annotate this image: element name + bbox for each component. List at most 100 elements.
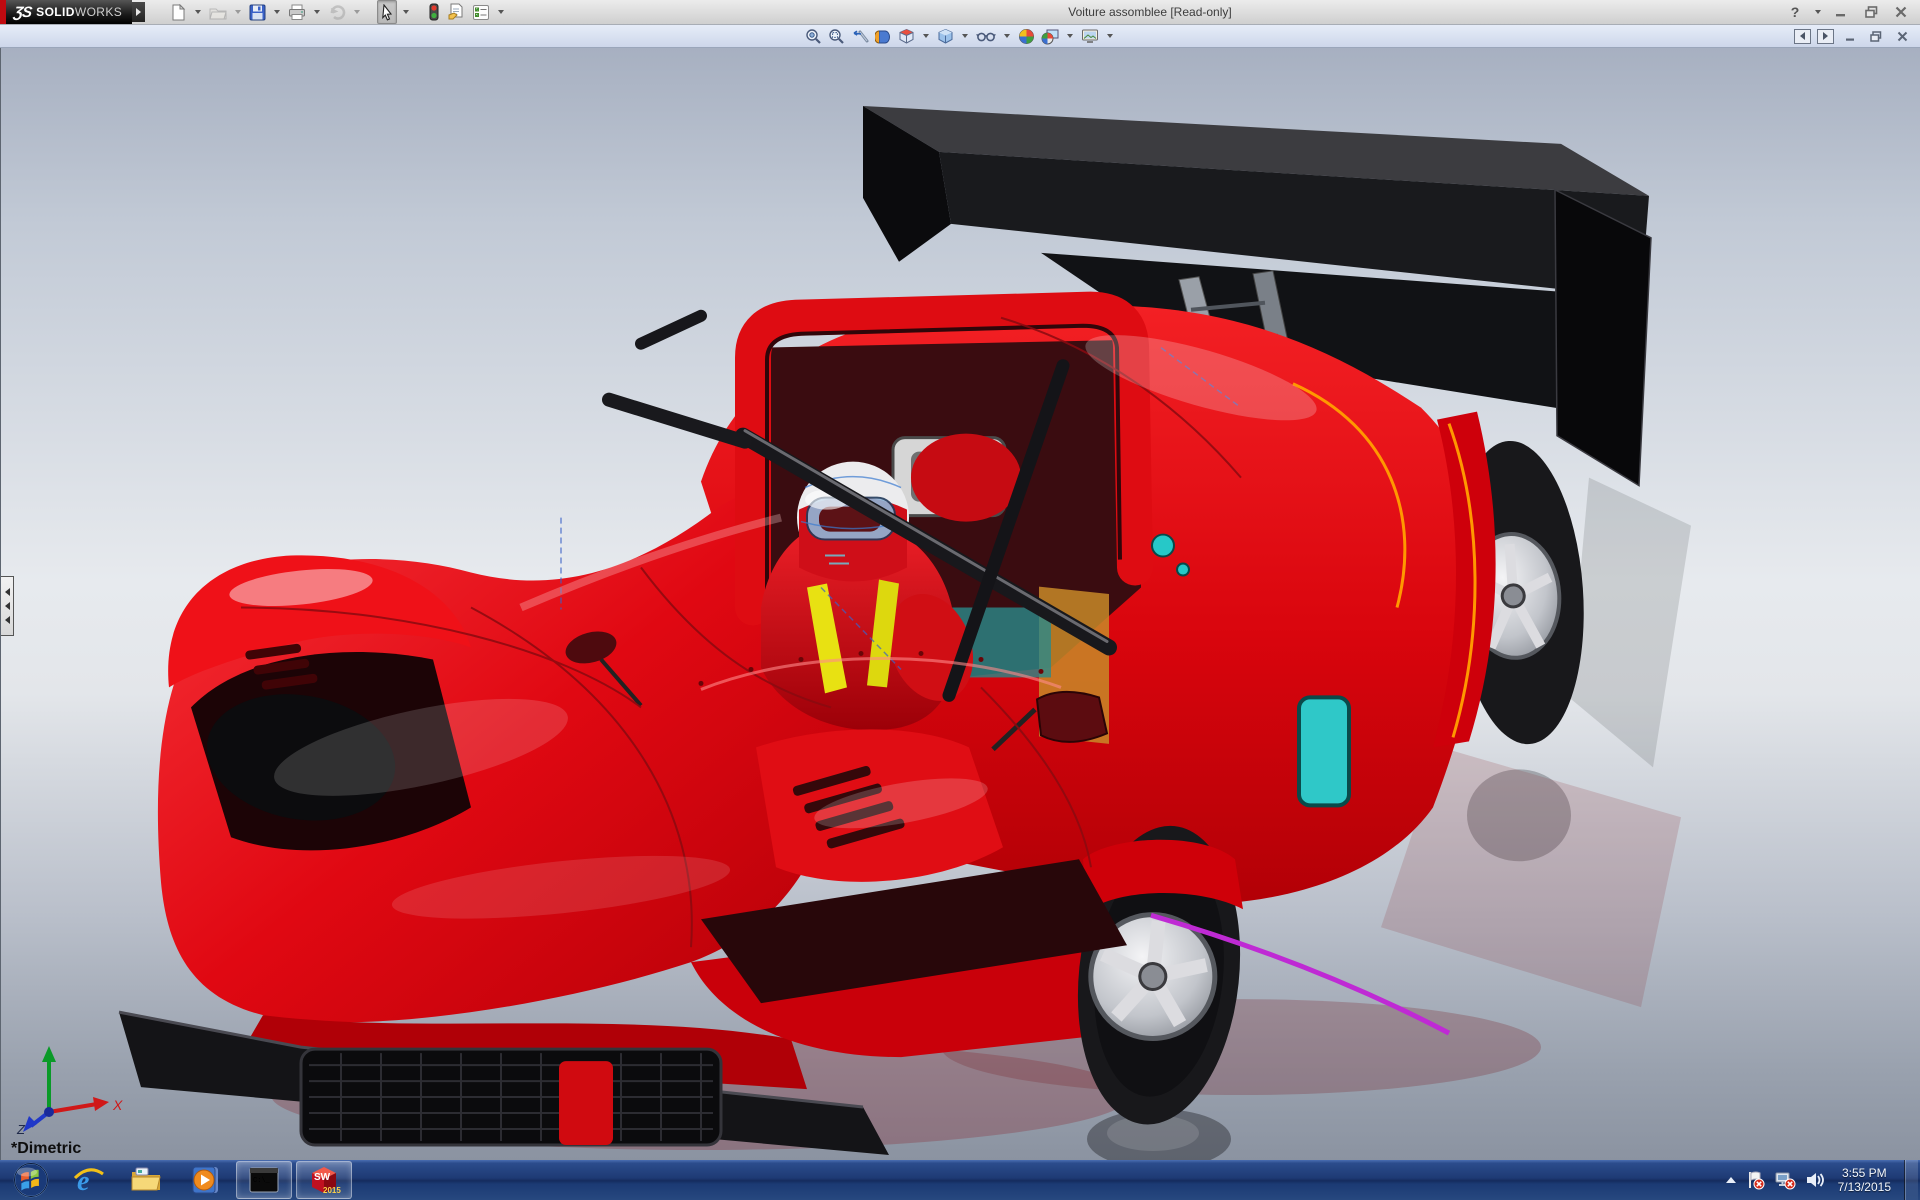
clock-time: 3:55 PM — [1838, 1166, 1891, 1180]
system-tray: 3:55 PM 7/13/2015 — [1726, 1160, 1920, 1200]
file-properties-button[interactable] — [445, 0, 467, 24]
new-document-dropdown[interactable] — [195, 10, 201, 14]
document-window-controls — [1794, 26, 1912, 46]
internet-explorer-button[interactable]: e — [62, 1162, 116, 1198]
save-icon — [249, 4, 266, 21]
sw-badge: 2015 — [323, 1186, 341, 1195]
media-player-button[interactable] — [178, 1162, 232, 1198]
teal-dial-small — [1177, 564, 1189, 576]
graphics-area[interactable]: X Z *Dimetric — [0, 48, 1920, 1160]
hide-show-items-button[interactable] — [975, 26, 997, 46]
view-orientation-label: *Dimetric — [11, 1140, 81, 1158]
view-settings-dropdown[interactable] — [1107, 34, 1113, 38]
help-button[interactable]: ? — [1782, 3, 1808, 21]
options-button[interactable] — [470, 0, 492, 24]
hide-show-items-dropdown[interactable] — [1004, 34, 1010, 38]
media-player-icon — [189, 1164, 221, 1196]
headsup-view-toolbar — [804, 26, 1116, 46]
pane-left-button[interactable] — [1794, 29, 1811, 44]
radiator-grille — [301, 1049, 721, 1145]
open-icon — [209, 4, 227, 21]
collapse-arrow-icon — [5, 616, 10, 624]
open-button[interactable] — [207, 0, 229, 24]
action-center-flag-icon[interactable] — [1745, 1170, 1765, 1190]
select-dropdown[interactable] — [403, 10, 409, 14]
restore-button[interactable] — [1858, 3, 1884, 21]
close-button[interactable] — [1888, 3, 1914, 21]
open-dropdown[interactable] — [235, 10, 241, 14]
volume-icon[interactable] — [1805, 1171, 1825, 1189]
close-icon — [1895, 6, 1907, 18]
new-document-button[interactable] — [168, 0, 189, 24]
solidworks-2015-icon: SW 2015 — [306, 1163, 342, 1197]
doc-minimize-button[interactable] — [1840, 28, 1860, 44]
logo-text-bold: SOLID — [36, 5, 75, 19]
zoom-to-area-icon — [828, 28, 845, 45]
select-cursor-icon — [379, 4, 395, 21]
orientation-triad: X Z — [15, 1038, 125, 1134]
help-dropdown[interactable] — [1815, 10, 1821, 14]
doc-minimize-icon — [1845, 31, 1856, 42]
rebuild-button[interactable] — [426, 0, 442, 24]
zoom-to-area-button[interactable] — [827, 26, 846, 46]
select-button[interactable] — [377, 0, 397, 24]
doc-close-button[interactable] — [1892, 28, 1912, 44]
edit-appearance-icon — [1018, 28, 1035, 45]
menu-bar: ƷS SOLIDWORKS — [0, 0, 1920, 25]
solidworks-window: ƷS SOLIDWORKS — [0, 0, 1920, 1200]
command-prompt-button[interactable]: C:\_ — [236, 1161, 292, 1199]
windows-explorer-button[interactable] — [120, 1162, 174, 1198]
display-style-button[interactable] — [936, 26, 955, 46]
solidworks-2015-button[interactable]: SW 2015 — [296, 1161, 352, 1199]
featuremanager-collapse-handle[interactable] — [1, 576, 14, 636]
triad-x-arrow — [93, 1097, 109, 1111]
print-button[interactable] — [286, 0, 308, 24]
doc-close-icon — [1897, 31, 1908, 42]
view-orientation-dropdown[interactable] — [923, 34, 929, 38]
zoom-to-fit-icon — [805, 28, 822, 45]
view-settings-button[interactable] — [1080, 26, 1100, 46]
doc-restore-button[interactable] — [1866, 28, 1886, 44]
display-style-dropdown[interactable] — [962, 34, 968, 38]
side-window-teal — [1299, 697, 1349, 805]
save-dropdown[interactable] — [274, 10, 280, 14]
restore-icon — [1865, 6, 1878, 18]
window-title: Voiture assomblee [Read-only] — [1068, 0, 1231, 24]
hidden-icons-button[interactable] — [1726, 1177, 1736, 1183]
sw-letters: SW — [314, 1172, 331, 1183]
print-dropdown[interactable] — [314, 10, 320, 14]
clock-date: 7/13/2015 — [1838, 1180, 1891, 1194]
section-view-button[interactable] — [874, 26, 893, 46]
collapse-arrow-icon — [5, 602, 10, 610]
triad-z-arrow — [23, 1116, 37, 1132]
previous-view-button[interactable] — [850, 26, 870, 46]
network-error-icon[interactable] — [1774, 1170, 1796, 1190]
undo-button[interactable] — [326, 0, 348, 24]
apply-scene-dropdown[interactable] — [1067, 34, 1073, 38]
options-checklist-icon — [472, 4, 490, 21]
undo-icon — [328, 4, 346, 21]
triad-y-arrow — [42, 1046, 56, 1062]
new-document-icon — [170, 4, 187, 21]
show-desktop-button[interactable] — [1904, 1160, 1918, 1200]
triad-z-label: Z — [16, 1122, 26, 1134]
edit-appearance-button[interactable] — [1017, 26, 1036, 46]
rebuild-traffic-light-icon — [428, 3, 440, 21]
save-button[interactable] — [247, 0, 268, 24]
race-car-model[interactable] — [1, 48, 1920, 1160]
windows-start-icon — [13, 1162, 49, 1198]
options-dropdown[interactable] — [498, 10, 504, 14]
minimize-button[interactable] — [1828, 3, 1854, 21]
solidworks-logo[interactable]: ƷS SOLIDWORKS — [6, 0, 132, 24]
view-orientation-button[interactable] — [897, 26, 916, 46]
apply-scene-button[interactable] — [1040, 26, 1060, 46]
pane-right-button[interactable] — [1817, 29, 1834, 44]
taskbar-clock[interactable]: 3:55 PM 7/13/2015 — [1838, 1166, 1891, 1194]
command-prompt-icon: C:\_ — [248, 1166, 280, 1194]
zoom-to-fit-button[interactable] — [804, 26, 823, 46]
start-button[interactable] — [4, 1162, 58, 1198]
menu-expand-arrow[interactable] — [132, 2, 145, 22]
windows-taskbar: e — [0, 1160, 1920, 1200]
undo-dropdown[interactable] — [354, 10, 360, 14]
hide-show-items-icon — [976, 28, 996, 44]
